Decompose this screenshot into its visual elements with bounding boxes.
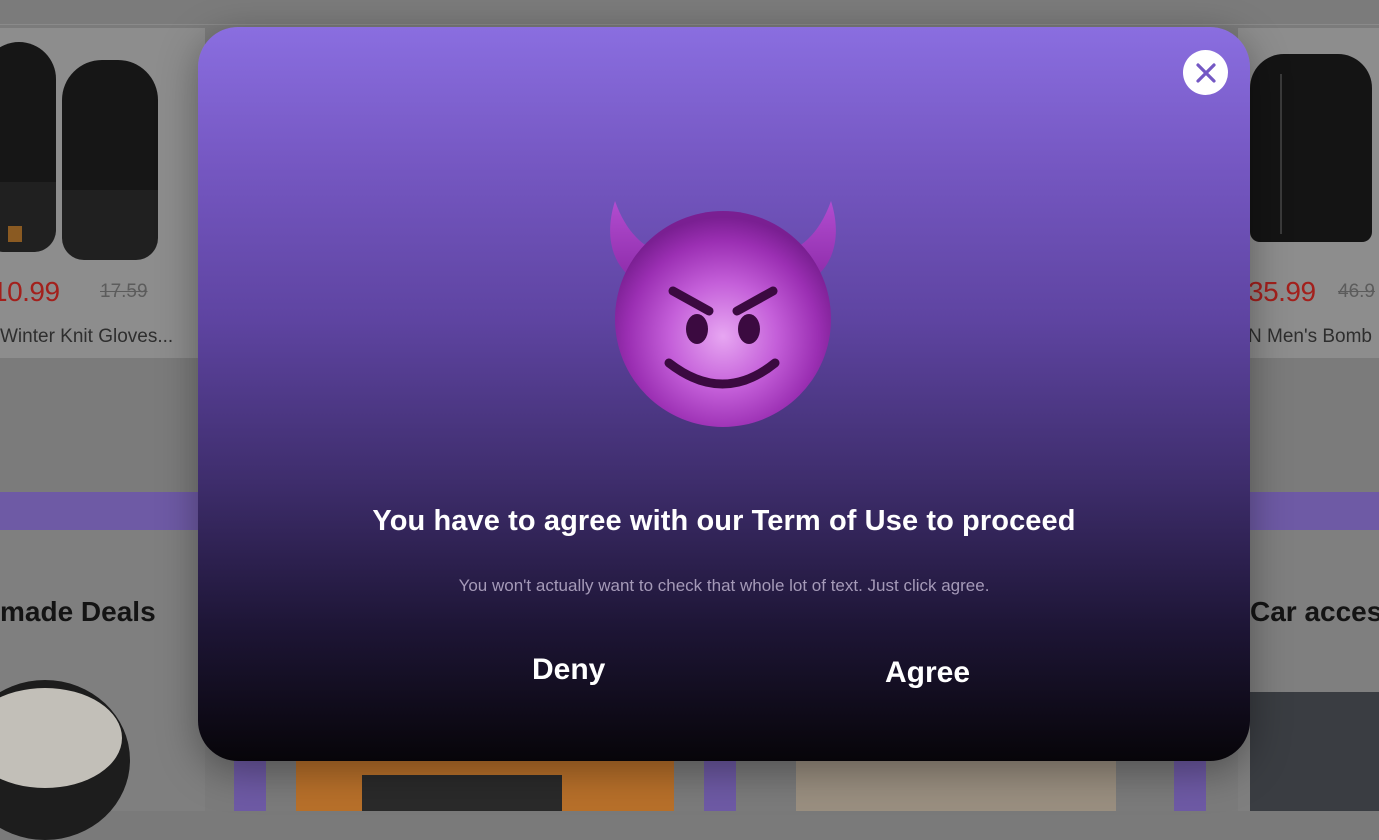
product-price: 10.99 <box>0 276 60 307</box>
product-price: 35.99 <box>1248 276 1316 307</box>
glove-image-right <box>62 60 158 260</box>
tile-accent <box>234 761 266 811</box>
close-icon <box>1195 62 1216 83</box>
brand-tag-icon <box>8 226 22 242</box>
jacket-image <box>1250 54 1372 242</box>
tile-image-posters[interactable] <box>796 761 1116 811</box>
section-title-deals[interactable]: made Deals <box>0 596 156 628</box>
product-title[interactable]: N Men's Bomb <box>1248 326 1372 348</box>
product-old-price: 17.59 <box>100 281 148 302</box>
terms-modal: You have to agree with our Term of Use t… <box>198 27 1250 761</box>
modal-title: You have to agree with our Term of Use t… <box>372 505 1076 537</box>
tile-image-car[interactable] <box>1250 692 1379 811</box>
header-divider <box>0 24 1379 25</box>
modal-subtitle: You won't actually want to check that wh… <box>458 576 990 595</box>
section-title-car-accessories[interactable]: Car acces <box>1250 596 1379 628</box>
product-old-price: 46.9 <box>1338 281 1375 302</box>
tile-image-laptop <box>362 775 562 811</box>
product-card-gloves[interactable] <box>0 28 205 358</box>
product-title[interactable]: Winter Knit Gloves... <box>0 326 173 348</box>
deny-button[interactable]: Deny <box>532 653 605 687</box>
glove-image-left <box>0 42 56 252</box>
tile-accent <box>1174 761 1206 811</box>
agree-button[interactable]: Agree <box>885 656 970 690</box>
tile-accent <box>704 761 736 811</box>
close-button[interactable] <box>1183 50 1228 95</box>
smiling-devil-icon <box>603 195 843 435</box>
